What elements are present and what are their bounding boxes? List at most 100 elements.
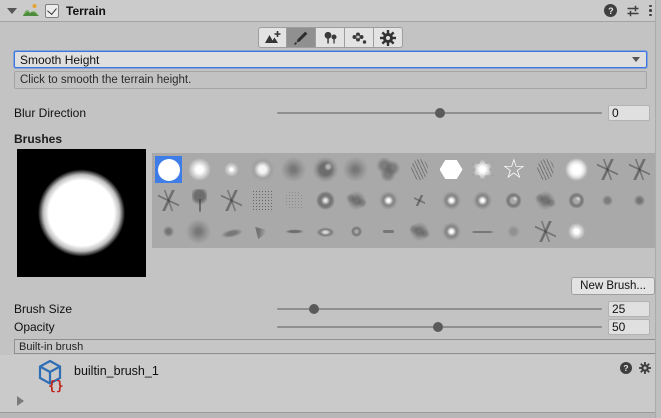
trees-icon (322, 30, 339, 46)
brush-tile-30[interactable] (563, 187, 590, 214)
brush-tile-14[interactable] (563, 156, 590, 183)
brush-tile-13[interactable] (532, 156, 559, 183)
brush-tile-4[interactable] (249, 156, 276, 183)
brush-tile-7[interactable] (343, 156, 370, 183)
builtin-brush-bar: Built-in brush (14, 339, 657, 354)
brush-tile-25[interactable] (406, 187, 433, 214)
builtin-brush-asset-name: builtin_brush_1 (74, 364, 159, 378)
brush-tile-45[interactable] (532, 218, 559, 245)
new-brush-button[interactable]: New Brush... (571, 277, 655, 295)
brush-tile-39[interactable] (343, 218, 370, 245)
brush-tile-29[interactable] (532, 187, 559, 214)
braces-glyph: {} (48, 379, 64, 394)
chevron-down-icon (632, 57, 640, 62)
brush-tile-17[interactable] (155, 187, 182, 214)
brush-preview (17, 149, 146, 277)
brush-tile-24[interactable] (375, 187, 402, 214)
brush-tile-15[interactable] (594, 156, 621, 183)
brush-tile-8[interactable] (375, 156, 402, 183)
blur-direction-row: Blur Direction 0 (0, 105, 661, 121)
brush-size-label: Brush Size (14, 302, 277, 316)
paint-tool-dropdown-value: Smooth Height (20, 53, 99, 67)
blur-direction-slider[interactable] (277, 105, 602, 121)
brush-tile-22[interactable] (312, 187, 339, 214)
brush-tile-42[interactable] (438, 218, 465, 245)
right-gutter (655, 0, 661, 418)
tool-help-text: Click to smooth the terrain height. (20, 74, 191, 86)
component-header: Terrain ? (0, 0, 661, 22)
terrain-tool-toolbar (0, 27, 661, 48)
mountain-plus-icon (264, 30, 282, 46)
paint-tool-dropdown[interactable]: Smooth Height (14, 51, 647, 68)
brush-tile-20[interactable] (249, 187, 276, 214)
brush-size-slider-handle[interactable] (309, 304, 319, 314)
brush-tile-1[interactable] (155, 156, 182, 183)
opacity-value-field[interactable]: 50 (608, 319, 650, 335)
brush-tile-19[interactable] (218, 187, 245, 214)
brush-tile-3[interactable] (218, 156, 245, 183)
brushes-section-label: Brushes (14, 132, 661, 146)
brush-tile-27[interactable] (469, 187, 496, 214)
brush-tile-5[interactable] (281, 156, 308, 183)
brush-tile-37[interactable] (281, 218, 308, 245)
help-icon[interactable]: ? (604, 4, 617, 17)
brush-tile-32[interactable] (626, 187, 653, 214)
flower-details-icon (351, 30, 368, 46)
bottom-strip (0, 413, 661, 418)
brush-palette (152, 153, 656, 248)
brush-tile-18[interactable] (186, 187, 213, 214)
brush-tile-33[interactable] (155, 218, 182, 245)
blur-direction-value-field[interactable]: 0 (608, 105, 650, 121)
brush-tile-9[interactable] (406, 156, 433, 183)
brush-tile-10[interactable] (438, 156, 465, 183)
terrain-component-icon (22, 3, 40, 18)
brush-tile-26[interactable] (438, 187, 465, 214)
brush-tile-36[interactable] (249, 218, 276, 245)
builtin-brush-asset-panel: {} builtin_brush_1 ? (0, 355, 661, 413)
foldout-expanded-icon[interactable] (7, 8, 17, 14)
brush-tile-21[interactable] (281, 187, 308, 214)
brush-tile-12[interactable] (500, 156, 527, 183)
brush-tile-41[interactable] (406, 218, 433, 245)
brush-tile-34[interactable] (186, 218, 213, 245)
opacity-row: Opacity 50 (0, 319, 661, 335)
component-title: Terrain (66, 4, 106, 18)
brush-tile-31[interactable] (594, 187, 621, 214)
tool-paint-details-button[interactable] (345, 27, 374, 48)
brush-tile-16[interactable] (626, 156, 653, 183)
tool-create-neighbor-terrains-button[interactable] (258, 27, 287, 48)
blur-direction-label: Blur Direction (14, 106, 277, 120)
brush-size-slider[interactable] (277, 301, 602, 317)
builtin-brush-bar-label: Built-in brush (19, 341, 83, 353)
brush-tile-6[interactable] (312, 156, 339, 183)
tool-help-box: Click to smooth the terrain height. (14, 71, 647, 89)
opacity-slider-handle[interactable] (433, 322, 443, 332)
brush-tile-35[interactable] (218, 218, 245, 245)
brush-gear-icon[interactable] (639, 362, 651, 374)
kebab-menu-icon[interactable] (649, 5, 652, 17)
brush-tile-28[interactable] (500, 187, 527, 214)
brush-tile-46[interactable] (563, 218, 590, 245)
paintbrush-icon (293, 30, 309, 46)
brush-tile-44[interactable] (500, 218, 527, 245)
brush-area (0, 149, 661, 277)
brush-tile-38[interactable] (312, 218, 339, 245)
brush-tile-40[interactable] (375, 218, 402, 245)
tool-terrain-settings-button[interactable] (374, 27, 403, 48)
brush-size-row: Brush Size 25 (0, 301, 661, 317)
blur-direction-slider-handle[interactable] (435, 108, 445, 118)
tool-paint-trees-button[interactable] (316, 27, 345, 48)
terrain-inspector: Terrain ? (0, 0, 661, 418)
scriptable-object-cube-icon: {} (36, 359, 64, 391)
brush-help-icon[interactable]: ? (620, 362, 632, 374)
brush-tile-43[interactable] (469, 218, 496, 245)
brush-size-value-field[interactable]: 25 (608, 301, 650, 317)
brush-tile-23[interactable] (343, 187, 370, 214)
opacity-slider[interactable] (277, 319, 602, 335)
tool-paint-terrain-button[interactable] (287, 27, 316, 48)
component-enabled-checkbox[interactable] (45, 4, 59, 18)
brush-tile-2[interactable] (186, 156, 213, 183)
preview-foldout-icon[interactable] (17, 396, 24, 406)
brush-tile-11[interactable] (469, 156, 496, 183)
presets-icon[interactable] (626, 4, 640, 18)
